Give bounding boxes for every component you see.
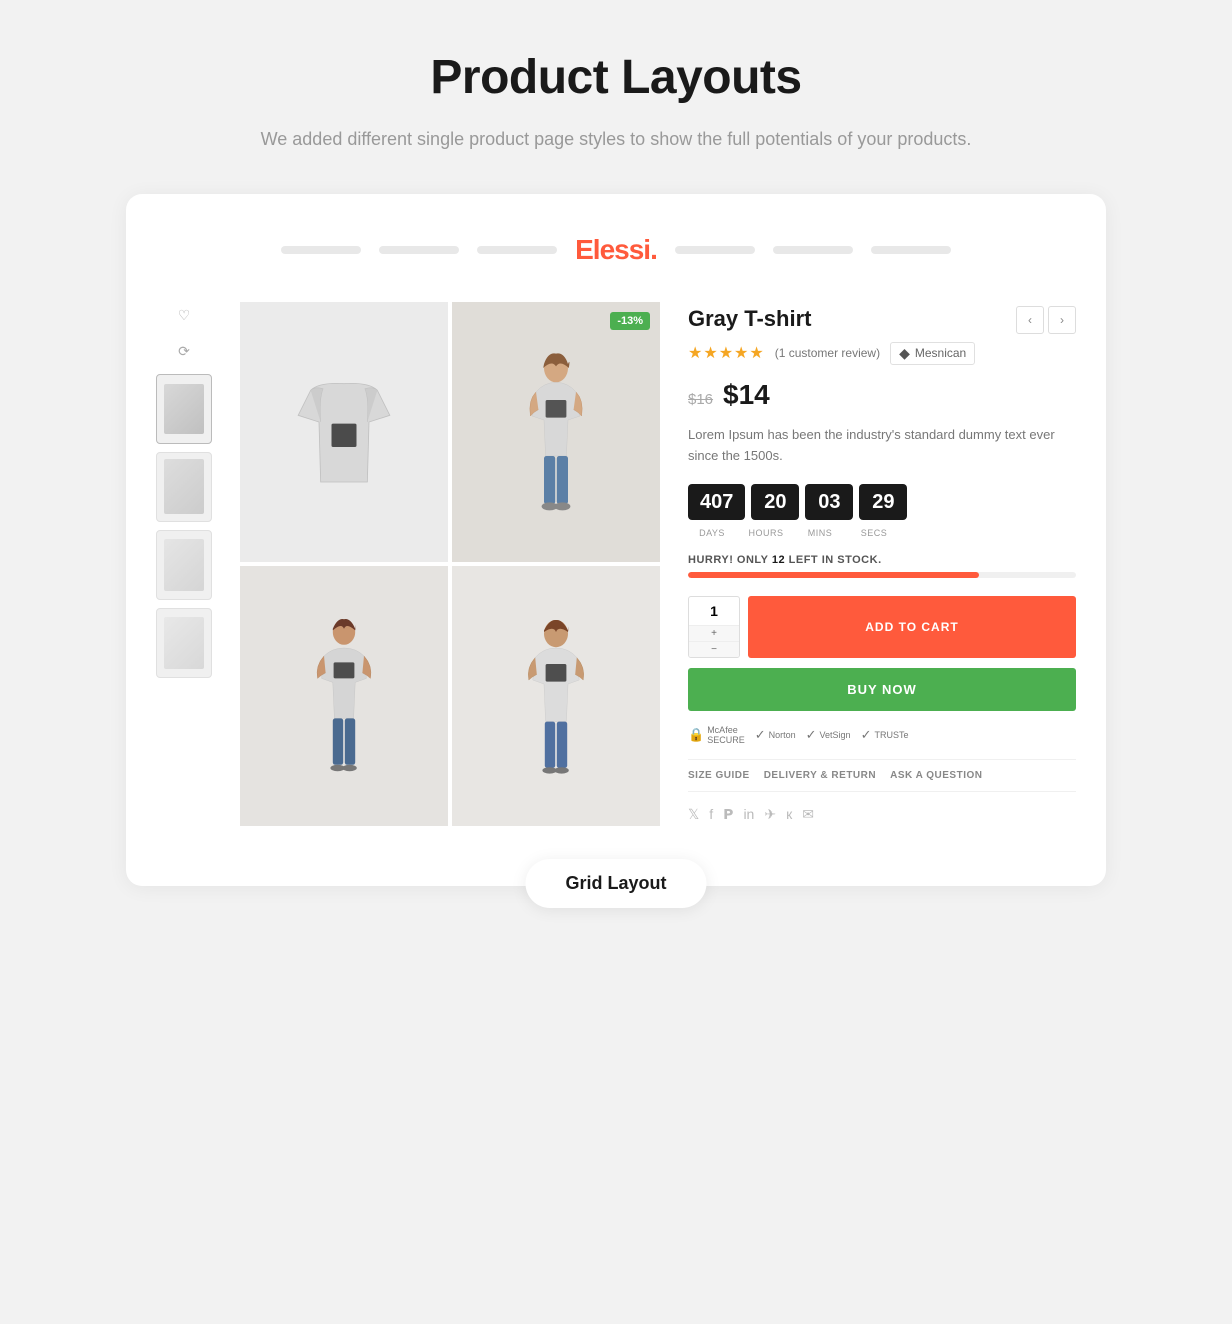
product-image-4 bbox=[452, 566, 660, 826]
product-image-2: -13% bbox=[452, 302, 660, 562]
brand-diamond-icon: ◆ bbox=[899, 345, 910, 362]
wishlist-icon[interactable]: ♡ bbox=[156, 302, 212, 330]
thumbnail-column: ♡ ⟳ bbox=[156, 302, 212, 826]
product-description: Lorem Ipsum has been the industry's stan… bbox=[688, 425, 1076, 467]
product-card: Elessi. ♡ ⟳ bbox=[126, 194, 1106, 886]
sale-badge: -13% bbox=[610, 312, 650, 330]
countdown-timer: 407 20 03 29 bbox=[688, 484, 1076, 520]
compare-icon[interactable]: ⟳ bbox=[156, 338, 212, 366]
sale-price: $14 bbox=[723, 379, 770, 411]
thumbnail-4[interactable] bbox=[156, 608, 212, 678]
mins-label: MINS bbox=[796, 528, 844, 538]
nav-line bbox=[477, 246, 557, 254]
mock-nav: Elessi. bbox=[156, 234, 1076, 266]
page-title: Product Layouts bbox=[261, 50, 972, 105]
security-badges: 🔒 McAfeeSECURE ✓ Norton ✓ VetSign ✓ TRUS… bbox=[688, 725, 1076, 745]
truste-badge: ✓ TRUSTe bbox=[861, 727, 909, 743]
days-label: DAYS bbox=[688, 528, 736, 538]
thumbnail-1[interactable] bbox=[156, 374, 212, 444]
layout-label-container: Grid Layout bbox=[525, 859, 706, 908]
brand-logo: ◆ Mesnican bbox=[890, 342, 975, 365]
quantity-increment[interactable]: + bbox=[689, 626, 739, 642]
stock-progress-bar bbox=[688, 572, 1076, 578]
vetsign-badge: ✓ VetSign bbox=[806, 727, 851, 743]
original-price: $16 bbox=[688, 391, 713, 408]
page-subtitle: We added different single product page s… bbox=[261, 125, 972, 154]
mcafee-badge: 🔒 McAfeeSECURE bbox=[688, 725, 745, 745]
price-row: $16 $14 bbox=[688, 379, 1076, 411]
secs-label: SECS bbox=[850, 528, 898, 538]
nav-line bbox=[675, 246, 755, 254]
product-info: Gray T-shirt ‹ › ★★★★★ (1 customer revie… bbox=[688, 302, 1076, 826]
quantity-value: 1 bbox=[689, 597, 739, 626]
cart-row: 1 + − ADD TO CART bbox=[688, 596, 1076, 658]
product-links: SIZE GUIDE DELIVERY & RETURN ASK A QUEST… bbox=[688, 759, 1076, 792]
rating-row: ★★★★★ (1 customer review) ◆ Mesnican bbox=[688, 342, 1076, 365]
review-count: (1 customer review) bbox=[775, 346, 880, 360]
quantity-input[interactable]: 1 + − bbox=[688, 596, 740, 658]
delivery-return-link[interactable]: DELIVERY & RETURN bbox=[764, 770, 876, 781]
brand-logo: Elessi. bbox=[575, 234, 657, 266]
product-images-grid: -13% bbox=[240, 302, 660, 826]
page-header: Product Layouts We added different singl… bbox=[261, 50, 972, 154]
hours-label: HOURS bbox=[742, 528, 790, 538]
pinterest-icon[interactable]: 𝗣 bbox=[723, 806, 733, 823]
telegram-icon[interactable]: ✈ bbox=[764, 806, 776, 823]
prev-product-button[interactable]: ‹ bbox=[1016, 306, 1044, 334]
facebook-icon[interactable]: f bbox=[709, 806, 713, 823]
nav-line bbox=[281, 246, 361, 254]
countdown-days: 407 bbox=[688, 484, 745, 520]
product-image-1 bbox=[240, 302, 448, 562]
product-image-3 bbox=[240, 566, 448, 826]
size-guide-link[interactable]: SIZE GUIDE bbox=[688, 770, 750, 781]
norton-badge: ✓ Norton bbox=[755, 727, 796, 743]
product-name: Gray T-shirt bbox=[688, 306, 811, 332]
nav-line bbox=[379, 246, 459, 254]
mcafee-icon: 🔒 bbox=[688, 727, 704, 743]
stock-text: HURRY! ONLY 12 LEFT IN STOCK. bbox=[688, 554, 1076, 566]
quantity-decrement[interactable]: − bbox=[689, 642, 739, 657]
nav-line bbox=[773, 246, 853, 254]
nav-line bbox=[871, 246, 951, 254]
thumbnail-3[interactable] bbox=[156, 530, 212, 600]
ask-question-link[interactable]: ASK A QUESTION bbox=[890, 770, 982, 781]
countdown-mins: 03 bbox=[805, 484, 853, 520]
next-product-button[interactable]: › bbox=[1048, 306, 1076, 334]
truste-icon: ✓ bbox=[861, 727, 872, 743]
stock-progress-fill bbox=[688, 572, 979, 578]
thumbnail-2[interactable] bbox=[156, 452, 212, 522]
linkedin-icon[interactable]: in bbox=[743, 806, 754, 823]
twitter-icon[interactable]: 𝕏 bbox=[688, 806, 699, 823]
product-layout: ♡ ⟳ bbox=[156, 302, 1076, 826]
countdown-labels: DAYS HOURS MINS SECS bbox=[688, 528, 1076, 538]
countdown-secs: 29 bbox=[859, 484, 907, 520]
star-rating: ★★★★★ bbox=[688, 343, 765, 363]
add-to-cart-button[interactable]: ADD TO CART bbox=[748, 596, 1076, 658]
email-icon[interactable]: ✉ bbox=[802, 806, 814, 823]
countdown-hours: 20 bbox=[751, 484, 799, 520]
layout-label: Grid Layout bbox=[565, 873, 666, 893]
vk-icon[interactable]: к bbox=[786, 806, 792, 823]
social-icons: 𝕏 f 𝗣 in ✈ к ✉ bbox=[688, 806, 1076, 823]
norton-icon: ✓ bbox=[755, 727, 766, 743]
buy-now-button[interactable]: BUY NOW bbox=[688, 668, 1076, 711]
vetsign-icon: ✓ bbox=[806, 727, 817, 743]
